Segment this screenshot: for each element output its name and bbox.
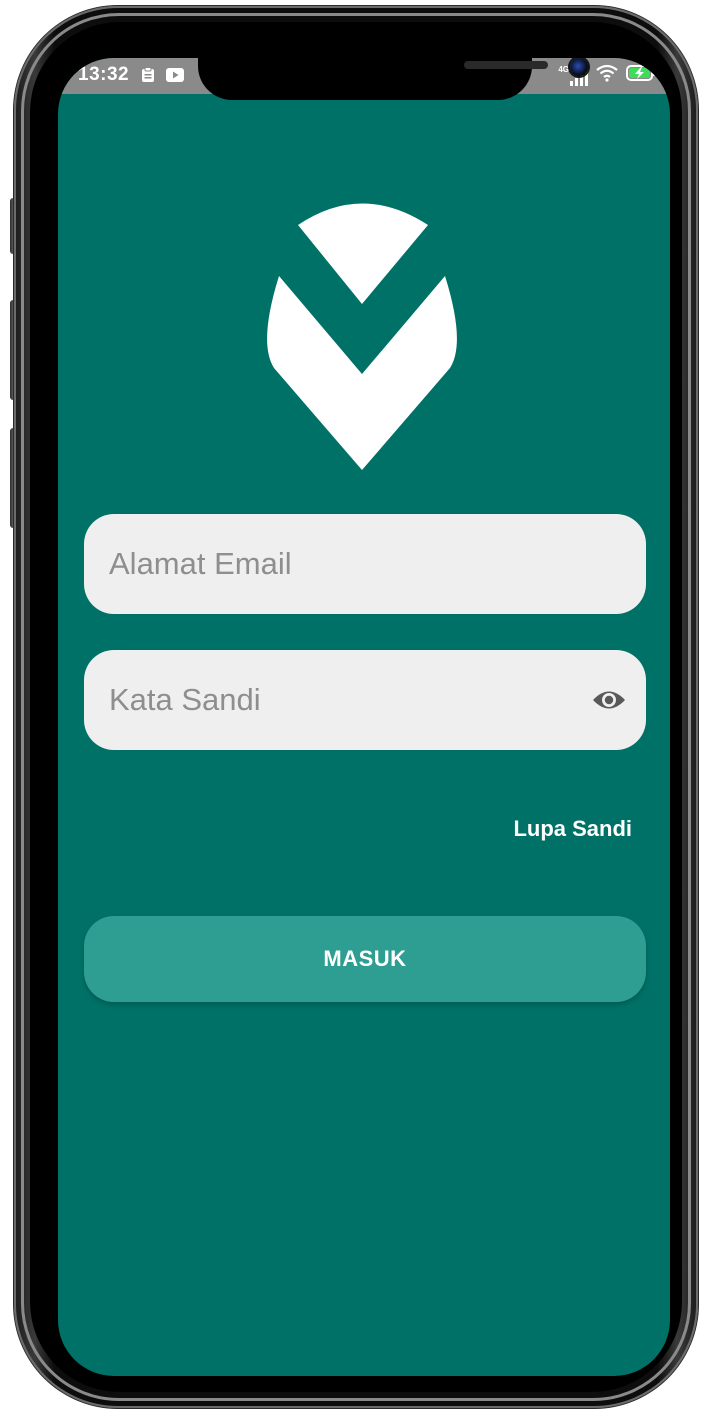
login-button[interactable]: MASUK	[84, 916, 646, 1002]
clipboard-icon	[140, 67, 156, 83]
forgot-password-link[interactable]: Lupa Sandi	[513, 816, 632, 842]
app-screen: 13:32 4G Alamat Email Kata Sandi Lupa Sa…	[58, 58, 670, 1376]
login-button-label: MASUK	[323, 946, 407, 971]
wifi-icon	[596, 64, 618, 87]
front-camera	[570, 58, 588, 76]
email-placeholder: Alamat Email	[109, 546, 292, 581]
network-type-label: 4G	[558, 64, 569, 74]
eye-icon[interactable]	[592, 684, 626, 716]
email-field[interactable]: Alamat Email	[84, 514, 646, 614]
status-time: 13:32	[78, 64, 130, 85]
earpiece-speaker	[464, 61, 548, 69]
password-placeholder: Kata Sandi	[109, 682, 261, 717]
display-notch	[198, 58, 588, 100]
password-field[interactable]: Kata Sandi	[84, 650, 646, 750]
youtube-icon	[166, 67, 184, 83]
device-mockup: 13:32 4G Alamat Email Kata Sandi Lupa Sa…	[0, 0, 704, 1414]
battery-charging-icon	[626, 64, 656, 87]
v-checkmark-logo	[267, 203, 457, 470]
